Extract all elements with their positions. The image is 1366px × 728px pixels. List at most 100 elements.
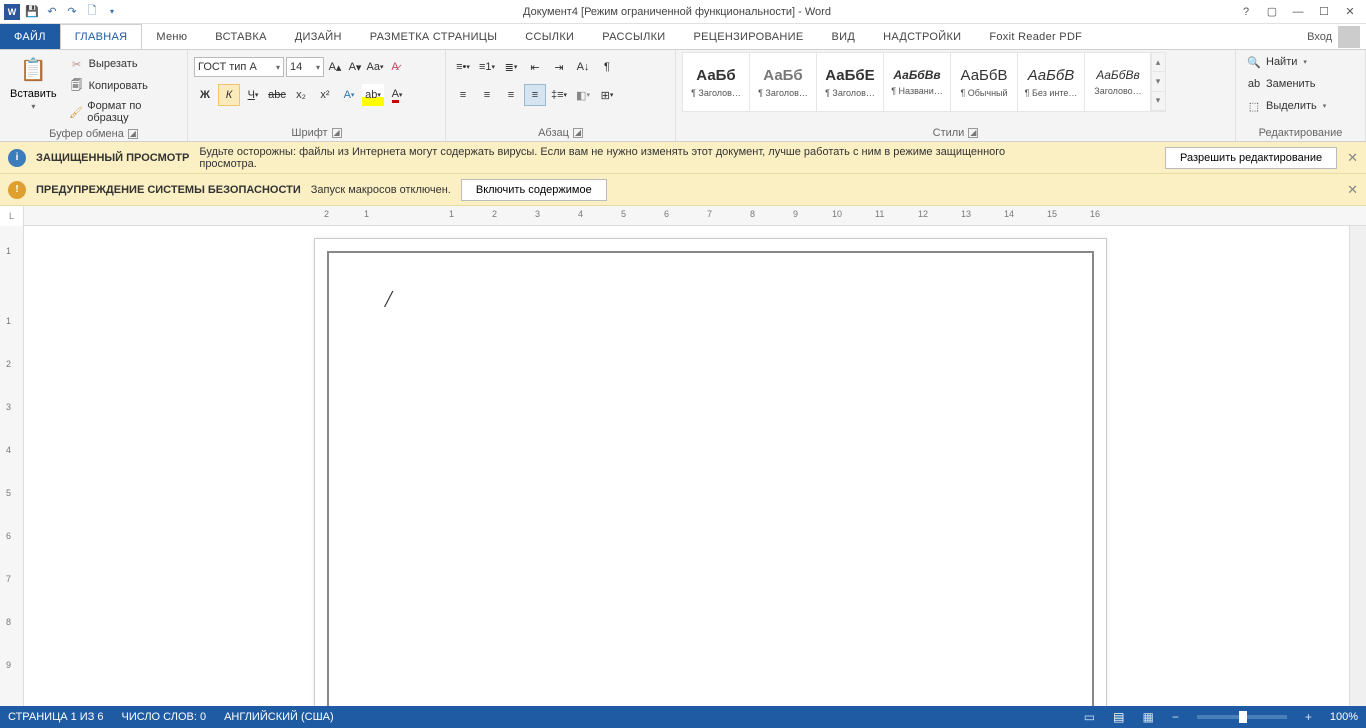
bold-icon[interactable]: Ж <box>194 84 216 106</box>
select-button[interactable]: ⬚Выделить▾ <box>1242 96 1330 116</box>
tab-review[interactable]: РЕЦЕНЗИРОВАНИЕ <box>680 24 818 49</box>
tab-home[interactable]: ГЛАВНАЯ <box>60 24 143 49</box>
borders-icon[interactable]: ⊞▾ <box>596 84 618 106</box>
styles-more-icon[interactable]: ▾ <box>1151 92 1165 111</box>
warning-icon: ! <box>8 181 26 199</box>
enable-content-button[interactable]: Включить содержимое <box>461 179 607 201</box>
close-icon[interactable]: ✕ <box>1342 4 1358 20</box>
para-launcher[interactable]: ◢ <box>573 128 583 138</box>
shading-icon[interactable]: ◧▾ <box>572 84 594 106</box>
zoom-slider[interactable] <box>1197 715 1287 719</box>
document-area: 112 345 678 9 / <box>0 226 1366 706</box>
style-title[interactable]: АаБбВв¶ Названи… <box>883 52 951 112</box>
tab-layout[interactable]: РАЗМЕТКА СТРАНИЦЫ <box>356 24 512 49</box>
sign-in[interactable]: Вход <box>1307 24 1366 49</box>
tab-mailings[interactable]: РАССЫЛКИ <box>588 24 679 49</box>
v-ruler[interactable]: 112 345 678 9 <box>0 226 24 706</box>
change-case-icon[interactable]: Aa▾ <box>366 56 384 78</box>
find-button[interactable]: 🔍Найти▾ <box>1242 52 1330 72</box>
undo-icon[interactable]: ↶ <box>44 4 60 20</box>
maximize-icon[interactable]: ☐ <box>1316 4 1332 20</box>
qat-customize-icon[interactable]: ▾ <box>104 4 120 20</box>
styles-gallery-nav: ▴ ▾ ▾ <box>1150 52 1166 112</box>
save-icon[interactable]: 💾 <box>24 4 40 20</box>
style-heading[interactable]: АаБбВвЗаголово… <box>1084 52 1152 112</box>
page-content[interactable]: / <box>327 251 1094 706</box>
paste-button[interactable]: 📋 Вставить ▾ <box>6 52 61 113</box>
font-color-icon[interactable]: A▾ <box>386 84 408 106</box>
styles-up-icon[interactable]: ▴ <box>1151 53 1165 72</box>
style-nospacing[interactable]: АаБбВ¶ Без инте… <box>1017 52 1085 112</box>
highlight-icon[interactable]: ab▾ <box>362 84 384 106</box>
superscript-icon[interactable]: x² <box>314 84 336 106</box>
shrink-font-icon[interactable]: A▾ <box>346 56 364 78</box>
tab-insert[interactable]: ВСТАВКА <box>201 24 280 49</box>
tab-view[interactable]: ВИД <box>818 24 870 49</box>
style-normal[interactable]: АаБбВ¶ Обычный <box>950 52 1018 112</box>
multilevel-icon[interactable]: ≣▾ <box>500 56 522 78</box>
copy-button[interactable]: 🗐Копировать <box>65 76 181 96</box>
underline-icon[interactable]: Ч▾ <box>242 84 264 106</box>
style-heading3[interactable]: АаБбЕ¶ Заголов… <box>816 52 884 112</box>
read-mode-icon[interactable]: ▭ <box>1084 710 1095 724</box>
tab-menu[interactable]: Меню <box>142 24 201 49</box>
status-lang[interactable]: АНГЛИЙСКИЙ (США) <box>224 711 334 723</box>
zoom-level[interactable]: 100% <box>1330 711 1358 723</box>
text-effects-icon[interactable]: A▾ <box>338 84 360 106</box>
font-name-combo[interactable]: ГОСТ тип А▾ <box>194 57 284 77</box>
align-center-icon[interactable]: ≡ <box>476 84 498 106</box>
replace-button[interactable]: abЗаменить <box>1242 74 1330 94</box>
redo-icon[interactable]: ↷ <box>64 4 80 20</box>
print-layout-icon[interactable]: ▤ <box>1113 710 1124 724</box>
strikethrough-icon[interactable]: abc <box>266 84 288 106</box>
ribbon-options-icon[interactable]: ▢ <box>1264 4 1280 20</box>
style-heading2[interactable]: АаБб¶ Заголов… <box>749 52 817 112</box>
tab-addins[interactable]: НАДСТРОЙКИ <box>869 24 975 49</box>
document-canvas[interactable]: / <box>24 226 1349 706</box>
italic-icon[interactable]: К <box>218 84 240 106</box>
clear-format-icon[interactable]: A̷ <box>386 56 404 78</box>
word-app-icon[interactable]: W <box>4 4 20 20</box>
grow-font-icon[interactable]: A▴ <box>326 56 344 78</box>
ruler-corner[interactable]: L <box>0 206 24 226</box>
styles-launcher[interactable]: ◢ <box>968 128 978 138</box>
clipboard-launcher[interactable]: ◢ <box>128 129 138 139</box>
justify-icon[interactable]: ≡ <box>524 84 546 106</box>
security-warning-text: Запуск макросов отключен. <box>311 184 451 196</box>
zoom-out-icon[interactable]: − <box>1172 710 1179 724</box>
format-painter-button[interactable]: 🖌Формат по образцу <box>65 98 181 126</box>
tab-file[interactable]: ФАЙЛ <box>0 24 60 49</box>
minimize-icon[interactable]: — <box>1290 4 1306 20</box>
window-controls: ? ▢ — ☐ ✕ <box>1230 4 1366 20</box>
line-spacing-icon[interactable]: ‡≡▾ <box>548 84 570 106</box>
new-icon[interactable]: 🗋 <box>84 4 100 20</box>
close-msg1-icon[interactable]: ✕ <box>1347 150 1358 166</box>
tab-foxit[interactable]: Foxit Reader PDF <box>975 24 1096 49</box>
zoom-in-icon[interactable]: + <box>1305 710 1312 724</box>
style-heading1[interactable]: АаБб¶ Заголов… <box>682 52 750 112</box>
vertical-scrollbar[interactable] <box>1349 226 1366 706</box>
subscript-icon[interactable]: x₂ <box>290 84 312 106</box>
bullets-icon[interactable]: ≡•▾ <box>452 56 474 78</box>
increase-indent-icon[interactable]: ⇥ <box>548 56 570 78</box>
align-left-icon[interactable]: ≡ <box>452 84 474 106</box>
h-ruler[interactable]: 21 123 456 789 101112 131415 16 <box>24 206 1366 226</box>
cut-button[interactable]: ✂Вырезать <box>65 54 181 74</box>
font-size-combo[interactable]: 14▾ <box>286 57 324 77</box>
status-words[interactable]: ЧИСЛО СЛОВ: 0 <box>122 711 207 723</box>
status-page[interactable]: СТРАНИЦА 1 ИЗ 6 <box>8 711 104 723</box>
close-msg2-icon[interactable]: ✕ <box>1347 182 1358 198</box>
tab-references[interactable]: ССЫЛКИ <box>511 24 588 49</box>
enable-editing-button[interactable]: Разрешить редактирование <box>1165 147 1337 169</box>
align-right-icon[interactable]: ≡ <box>500 84 522 106</box>
numbering-icon[interactable]: ≡1▾ <box>476 56 498 78</box>
help-icon[interactable]: ? <box>1238 4 1254 20</box>
show-marks-icon[interactable]: ¶ <box>596 56 618 78</box>
sort-icon[interactable]: A↓ <box>572 56 594 78</box>
tab-design[interactable]: ДИЗАЙН <box>281 24 356 49</box>
decrease-indent-icon[interactable]: ⇤ <box>524 56 546 78</box>
web-layout-icon[interactable]: ▦ <box>1142 710 1153 724</box>
font-launcher[interactable]: ◢ <box>332 128 342 138</box>
styles-down-icon[interactable]: ▾ <box>1151 72 1165 91</box>
brush-icon: 🖌 <box>69 104 84 120</box>
